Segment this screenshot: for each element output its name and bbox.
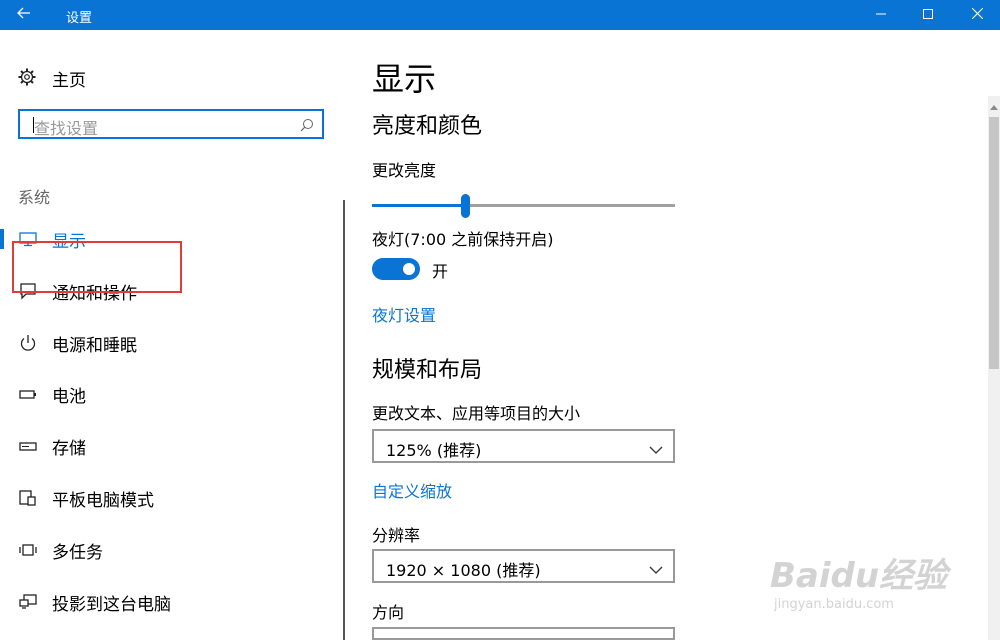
close-icon (971, 7, 983, 23)
storage-icon (18, 436, 38, 456)
chevron-down-icon (649, 560, 663, 579)
search-icon[interactable] (300, 117, 314, 136)
text-caret (33, 117, 34, 133)
battery-icon (18, 384, 38, 404)
multitask-icon (18, 540, 38, 560)
sidebar-item-power-sleep[interactable]: 电源和睡眠 (0, 321, 330, 365)
search-input[interactable]: 查找设置 (18, 109, 324, 139)
search-placeholder: 查找设置 (34, 119, 99, 138)
sidebar-item-storage[interactable]: 存储 (0, 424, 330, 468)
home-link[interactable]: 主页 (18, 66, 86, 91)
sidebar-item-tablet-mode[interactable]: 平板电脑模式 (0, 476, 330, 520)
watermark: Baidu经验 jingyan.baidu.com (770, 548, 947, 612)
sidebar-item-label: 电源和睡眠 (52, 335, 137, 356)
scale-dropdown[interactable]: 125% (推荐) (372, 429, 675, 463)
night-light-toggle[interactable] (372, 258, 420, 280)
minimize-icon (876, 8, 886, 23)
title-bar: 设置 (0, 0, 1000, 30)
active-indicator (0, 229, 4, 249)
close-button[interactable] (954, 0, 1000, 30)
sidebar: 主页 查找设置 系统 显示 通知和操作 电源和睡眠 电池 存储 平板电脑模式 多… (0, 30, 345, 640)
orientation-dropdown[interactable]: 横向 (372, 627, 675, 640)
maximize-button[interactable] (905, 0, 951, 30)
sidebar-item-label: 存储 (52, 438, 86, 459)
watermark-url: jingyan.baidu.com (774, 597, 894, 612)
brightness-slider[interactable] (372, 194, 675, 218)
gear-icon (18, 68, 36, 90)
sidebar-item-battery[interactable]: 电池 (0, 372, 330, 416)
sidebar-item-label: 投影到这台电脑 (52, 594, 171, 615)
sidebar-item-multitasking[interactable]: 多任务 (0, 528, 330, 572)
pane-divider (343, 200, 345, 640)
scale-layout-heading: 规模和布局 (372, 358, 483, 383)
sidebar-item-label: 电池 (52, 386, 86, 407)
highlight-annotation (12, 241, 182, 293)
sidebar-item-project-to-pc[interactable]: 投影到这台电脑 (0, 580, 330, 624)
custom-scaling-link[interactable]: 自定义缩放 (372, 478, 452, 502)
orientation-label: 方向 (372, 603, 405, 622)
window-title: 设置 (66, 11, 93, 26)
slider-track (466, 204, 675, 207)
scale-value: 125% (推荐) (386, 441, 482, 460)
sidebar-item-label: 多任务 (52, 542, 103, 563)
sidebar-item-label: 平板电脑模式 (52, 490, 154, 511)
section-label: 系统 (18, 188, 51, 207)
tablet-mode-icon (18, 488, 38, 508)
maximize-icon (923, 8, 933, 23)
chevron-up-icon (990, 95, 998, 114)
size-label: 更改文本、应用等项目的大小 (372, 404, 581, 423)
night-light-settings-link[interactable]: 夜灯设置 (372, 302, 436, 326)
watermark-logo: Baidu经验 (770, 556, 948, 596)
slider-fill (372, 204, 466, 207)
scrollbar-thumb[interactable] (989, 117, 999, 369)
orientation-value: 横向 (386, 635, 418, 638)
toggle-knob (403, 263, 415, 275)
night-light-label: 夜灯(7:00 之前保持开启) (372, 230, 554, 249)
back-button[interactable] (0, 0, 48, 30)
back-arrow-icon (17, 7, 31, 23)
project-icon (18, 592, 38, 612)
resolution-dropdown[interactable]: 1920 × 1080 (推荐) (372, 549, 675, 583)
brightness-label: 更改亮度 (372, 161, 437, 180)
power-icon (18, 333, 38, 353)
resolution-label: 分辨率 (372, 526, 421, 545)
resolution-value: 1920 × 1080 (推荐) (386, 561, 541, 580)
chevron-down-icon (649, 440, 663, 459)
scroll-up-button[interactable] (988, 96, 1000, 112)
brightness-heading: 亮度和颜色 (372, 114, 483, 139)
page-title: 显示 (372, 60, 437, 98)
slider-thumb[interactable] (461, 194, 470, 218)
toggle-state-label: 开 (432, 262, 449, 281)
minimize-button[interactable] (858, 0, 904, 30)
home-label: 主页 (52, 71, 86, 91)
